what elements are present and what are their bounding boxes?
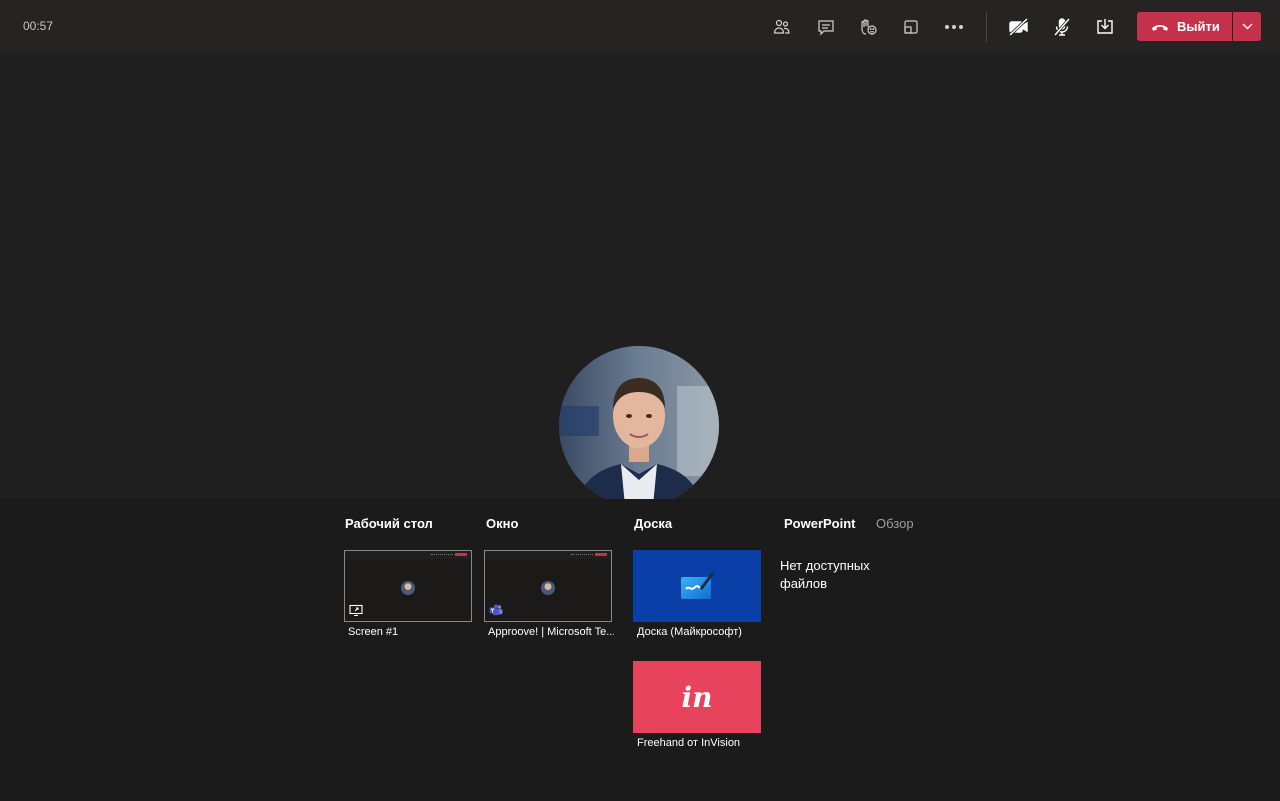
toolbar-divider xyxy=(986,12,987,42)
raise-hand-icon[interactable] xyxy=(854,14,882,40)
teams-app-icon xyxy=(489,604,503,616)
chat-icon[interactable] xyxy=(812,14,840,40)
thumbnail-toolbar xyxy=(345,551,471,559)
invision-freehand-option[interactable]: in xyxy=(633,661,761,733)
desktop-section-heading: Рабочий стол xyxy=(345,516,433,531)
microsoft-whiteboard-option[interactable] xyxy=(633,550,761,622)
invision-caption: Freehand от InVision xyxy=(637,737,741,749)
window-section-heading: Окно xyxy=(486,516,519,531)
browse-button[interactable]: Обзор xyxy=(876,516,914,531)
meeting-toolbar: 00:57 Выйти xyxy=(0,0,1280,53)
share-tray-icon[interactable] xyxy=(1091,14,1119,40)
phone-hangup-icon xyxy=(1152,24,1168,31)
participants-icon[interactable] xyxy=(768,14,796,40)
thumbnail-avatar xyxy=(541,581,555,595)
whiteboard-icon xyxy=(681,572,715,599)
invision-logo: in xyxy=(681,680,713,714)
whiteboard-section-heading: Доска xyxy=(634,516,673,531)
window-caption: Approove! | Microsoft Te... xyxy=(488,626,614,638)
powerpoint-section-heading: PowerPoint xyxy=(784,516,856,531)
whiteboard-caption: Доска (Майкрософт) xyxy=(637,626,742,638)
screen-share-option[interactable] xyxy=(344,550,472,622)
camera-off-icon[interactable] xyxy=(1005,14,1033,40)
window-share-option[interactable] xyxy=(484,550,612,622)
no-files-message: Нет доступных файлов xyxy=(780,558,870,591)
chevron-down-icon xyxy=(1242,23,1252,30)
thumbnail-avatar xyxy=(401,581,415,595)
share-tray xyxy=(0,499,1280,801)
thumbnail-toolbar xyxy=(485,551,611,559)
screen-caption: Screen #1 xyxy=(348,626,399,638)
rooms-icon[interactable] xyxy=(897,14,925,40)
meeting-timer: 00:57 xyxy=(23,19,54,33)
participant-avatar xyxy=(559,346,719,506)
screen-share-icon xyxy=(349,604,363,616)
leave-options-button[interactable] xyxy=(1233,12,1261,41)
more-icon[interactable] xyxy=(940,14,968,40)
leave-button-label: Выйти xyxy=(1177,19,1220,34)
mic-off-icon[interactable] xyxy=(1048,14,1076,40)
leave-button[interactable]: Выйти xyxy=(1137,12,1232,41)
